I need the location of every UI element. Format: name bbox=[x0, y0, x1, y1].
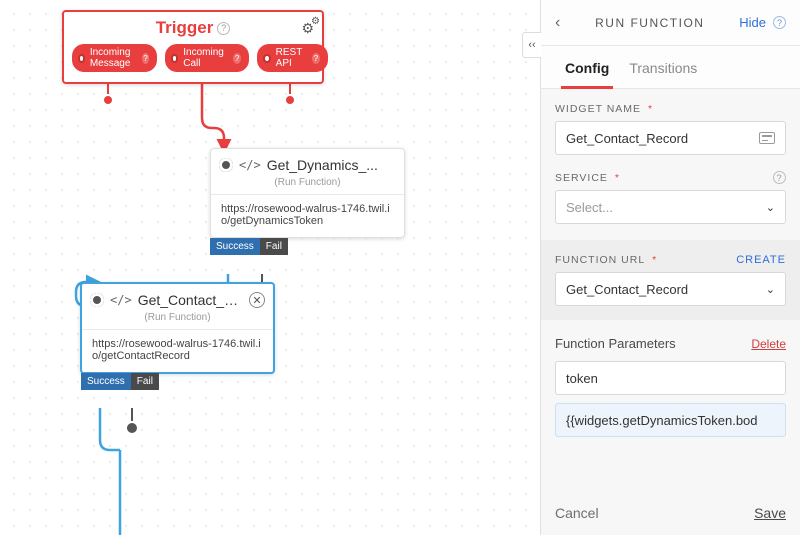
service-select[interactable]: Select... ⌄ bbox=[555, 190, 786, 224]
function-url-label: FUNCTION URL * CREATE bbox=[555, 254, 786, 266]
node-url: https://rosewood-walrus-1746.twil.io/get… bbox=[211, 195, 404, 237]
output-success[interactable]: Success bbox=[81, 373, 131, 390]
config-panel: ‹‹ ‹ RUN FUNCTION Hide ? Config Transiti… bbox=[540, 0, 800, 535]
tab-transitions[interactable]: Transitions bbox=[619, 46, 707, 88]
code-icon: </> bbox=[110, 293, 132, 307]
help-icon: ? bbox=[233, 53, 241, 64]
trigger-pill-rest-api[interactable]: REST API ? bbox=[257, 44, 328, 72]
node-subtitle: (Run Function) bbox=[211, 175, 404, 194]
input-port-icon[interactable] bbox=[219, 158, 233, 172]
function-url-select[interactable]: Get_Contact_Record ⌄ bbox=[555, 272, 786, 306]
widget-name-label: WIDGET NAME * bbox=[555, 103, 786, 115]
function-node-get-dynamics[interactable]: </> Get_Dynamics_... (Run Function) http… bbox=[210, 148, 405, 238]
flow-canvas[interactable]: Trigger ? ⚙⚙ Incoming Message ? Incoming… bbox=[0, 0, 540, 535]
hide-label: Hide bbox=[739, 15, 766, 30]
help-icon[interactable]: ? bbox=[773, 171, 786, 184]
service-label: SERVICE * ? bbox=[555, 171, 786, 184]
input-port-icon[interactable] bbox=[90, 293, 104, 307]
help-icon: ? bbox=[142, 53, 148, 64]
hide-panel-button[interactable]: Hide ? bbox=[739, 15, 786, 30]
close-icon[interactable]: ✕ bbox=[249, 292, 265, 308]
output-fail[interactable]: Fail bbox=[131, 373, 159, 390]
trigger-pill-incoming-call[interactable]: Incoming Call ? bbox=[165, 44, 250, 72]
widget-name-input[interactable]: Get_Contact_Record bbox=[555, 121, 786, 155]
delete-parameter-link[interactable]: Delete bbox=[751, 337, 786, 351]
node-url: https://rosewood-walrus-1746.twil.io/get… bbox=[82, 330, 273, 372]
collapse-panel-button[interactable]: ‹‹ bbox=[522, 32, 541, 58]
param-key-value: token bbox=[566, 371, 598, 386]
param-value-input[interactable]: {{widgets.getDynamicsToken.bod bbox=[555, 403, 786, 437]
node-title: Get_Dynamics_... bbox=[267, 157, 396, 173]
code-icon: </> bbox=[239, 158, 261, 172]
trigger-title: Trigger bbox=[156, 18, 214, 38]
service-placeholder: Select... bbox=[566, 200, 613, 215]
widget-name-value: Get_Contact_Record bbox=[566, 131, 688, 146]
function-node-get-contact[interactable]: </> Get_Contact_Re... ✕ (Run Function) h… bbox=[80, 282, 275, 374]
create-function-link[interactable]: CREATE bbox=[736, 254, 786, 266]
panel-title: RUN FUNCTION bbox=[560, 16, 739, 30]
node-title: Get_Contact_Re... bbox=[138, 292, 243, 308]
gear-icon[interactable]: ⚙⚙ bbox=[301, 20, 314, 37]
port-dot-icon bbox=[263, 54, 271, 63]
save-button[interactable]: Save bbox=[754, 505, 786, 521]
pill-label: Incoming Call bbox=[183, 47, 228, 69]
output-fail[interactable]: Fail bbox=[260, 238, 288, 255]
port-dot-icon bbox=[171, 54, 179, 63]
node-subtitle: (Run Function) bbox=[82, 310, 273, 329]
help-icon: ? bbox=[773, 16, 786, 29]
trigger-pill-incoming-message[interactable]: Incoming Message ? bbox=[72, 44, 157, 72]
pill-label: REST API bbox=[276, 47, 307, 69]
pill-label: Incoming Message bbox=[90, 47, 138, 69]
function-url-value: Get_Contact_Record bbox=[566, 282, 688, 297]
output-success[interactable]: Success bbox=[210, 238, 260, 255]
trigger-node[interactable]: Trigger ? ⚙⚙ Incoming Message ? Incoming… bbox=[62, 10, 324, 84]
param-value-value: {{widgets.getDynamicsToken.bod bbox=[566, 413, 758, 428]
help-icon: ? bbox=[312, 53, 320, 64]
function-parameters-label: Function Parameters bbox=[555, 336, 676, 351]
cancel-button[interactable]: Cancel bbox=[555, 505, 599, 521]
param-key-input[interactable]: token bbox=[555, 361, 786, 395]
panel-tabs: Config Transitions bbox=[541, 46, 800, 89]
tab-config[interactable]: Config bbox=[555, 46, 619, 88]
port-dot-icon bbox=[78, 54, 85, 63]
chevron-down-icon: ⌄ bbox=[766, 201, 775, 214]
chevron-down-icon: ⌄ bbox=[766, 283, 775, 296]
card-icon bbox=[759, 132, 775, 144]
help-icon[interactable]: ? bbox=[217, 22, 230, 35]
